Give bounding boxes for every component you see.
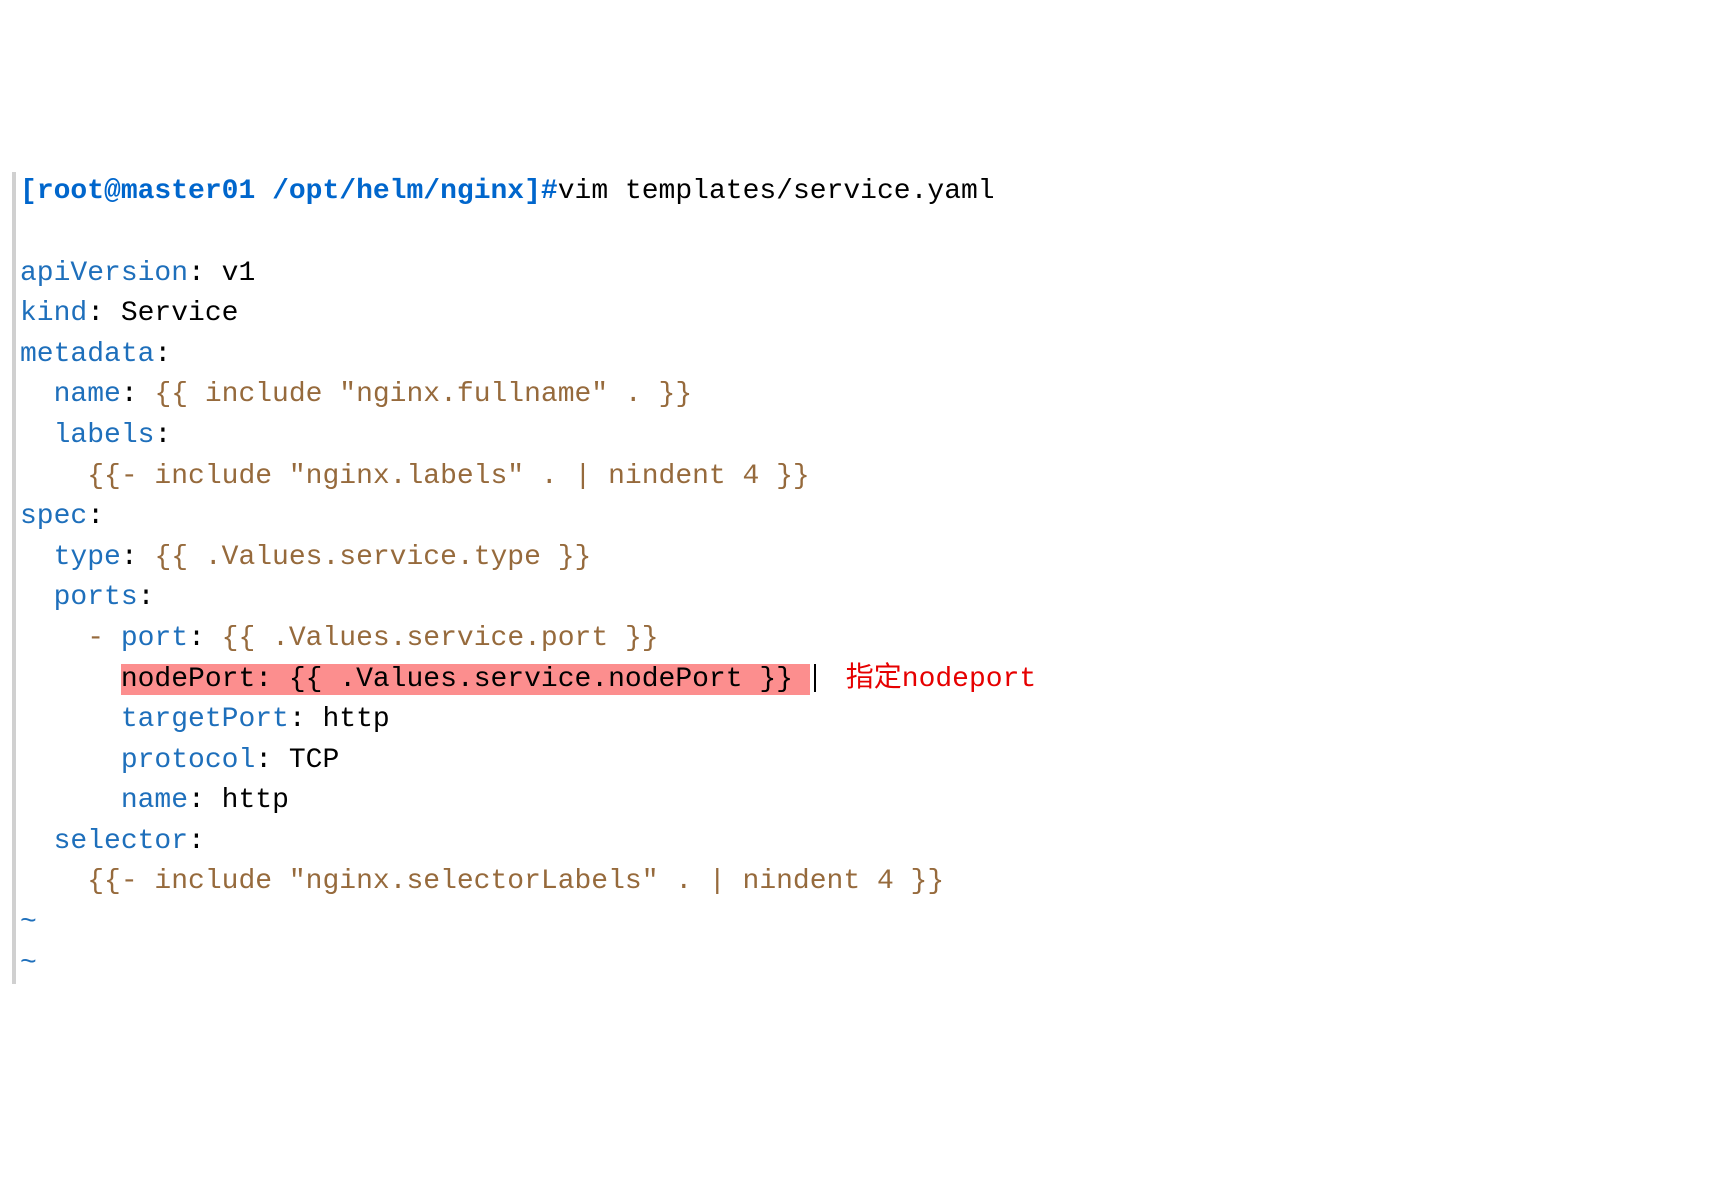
prompt-path: /opt/helm/nginx [272, 176, 524, 207]
annotation-text: 指定nodeport [846, 664, 1036, 695]
terminal-content: [root@master01 /opt/helm/nginx]#vim temp… [12, 172, 1689, 984]
vim-tilde-1: ~ [20, 907, 37, 938]
yaml-key-labels: labels [54, 420, 155, 451]
yaml-val-apiversion: v1 [222, 258, 256, 289]
yaml-key-nodeport: nodePort [121, 664, 255, 695]
yaml-key-kind: kind [20, 298, 87, 329]
yaml-dash: - [87, 623, 104, 654]
yaml-tmpl-type: {{ .Values.service.type }} [154, 542, 591, 573]
yaml-key-ports: ports [54, 582, 138, 613]
yaml-key-selector: selector [54, 826, 188, 857]
yaml-key-apiversion: apiVersion [20, 258, 188, 289]
yaml-key-type: type [54, 542, 121, 573]
yaml-val-kind: Service [121, 298, 239, 329]
prompt-bracket-open: [ [20, 176, 37, 207]
cursor [814, 664, 816, 692]
yaml-tmpl-port: {{ .Values.service.port }} [222, 623, 659, 654]
command-text: vim templates/service.yaml [558, 176, 995, 207]
yaml-key-metadata: metadata [20, 339, 154, 370]
yaml-tmpl-nodeport: {{ .Values.service.nodePort }} [289, 664, 793, 695]
yaml-tmpl-labels: {{- include "nginx.labels" . | nindent 4… [87, 461, 810, 492]
yaml-key-name: name [54, 379, 121, 410]
yaml-val-protocol: TCP [289, 745, 339, 776]
yaml-val-targetport: http [322, 704, 389, 735]
highlighted-line: nodePort: {{ .Values.service.nodePort }} [121, 664, 810, 695]
yaml-val-name2: http [222, 785, 289, 816]
prompt-hash: # [541, 176, 558, 207]
prompt-user-host: root@master01 [37, 176, 255, 207]
yaml-key-protocol: protocol [121, 745, 255, 776]
yaml-key-name2: name [121, 785, 188, 816]
yaml-key-spec: spec [20, 501, 87, 532]
yaml-key-port: port [121, 623, 188, 654]
yaml-key-targetport: targetPort [121, 704, 289, 735]
yaml-tmpl-selector: {{- include "nginx.selectorLabels" . | n… [87, 866, 944, 897]
prompt-bracket-close: ] [524, 176, 541, 207]
yaml-tmpl-name: {{ include "nginx.fullname" . }} [154, 379, 692, 410]
vim-tilde-2: ~ [20, 948, 37, 979]
